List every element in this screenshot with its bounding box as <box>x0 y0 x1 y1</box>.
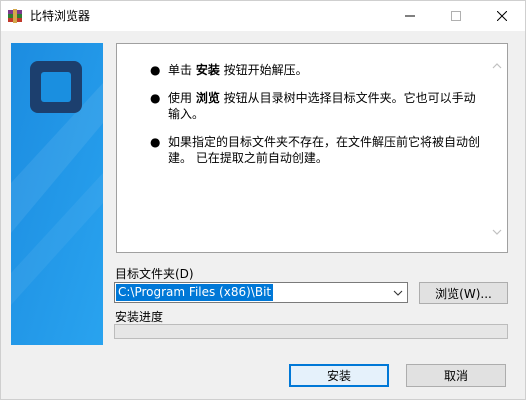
instruction-text-pre: 使用 <box>168 91 196 105</box>
progress-label: 安装进度 <box>115 310 164 324</box>
maximize-button[interactable] <box>433 1 479 31</box>
instruction-text-bold: 安装 <box>195 63 220 77</box>
browse-button[interactable]: 浏览(W)... <box>419 282 508 304</box>
instruction-item: ● 单击 安装 按钮开始解压。 <box>150 62 480 78</box>
instructions-list: ● 单击 安装 按钮开始解压。 ● 使用 浏览 按钮从目录树中选择目标文件夹。它… <box>150 62 480 178</box>
window-title: 比特浏览器 <box>30 9 91 23</box>
bullet-icon: ● <box>150 63 161 77</box>
install-progress-bar <box>114 324 508 339</box>
bullet-icon: ● <box>150 135 161 149</box>
chevron-down-icon[interactable] <box>393 287 403 297</box>
title-bar[interactable]: 比特浏览器 <box>1 1 525 31</box>
instruction-text-post: 按钮开始解压。 <box>219 63 308 77</box>
install-button[interactable]: 安装 <box>289 364 389 387</box>
destination-label: 目标文件夹(D) <box>115 267 194 281</box>
destination-combobox[interactable]: C:\Program Files (x86)\Bit <box>114 282 408 303</box>
instruction-text-pre: 单击 <box>168 63 196 77</box>
winrar-books-icon <box>7 8 23 24</box>
scroll-down-icon[interactable] <box>491 226 503 238</box>
instruction-item: ● 如果指定的目标文件夹不存在，在文件解压前它将被自动创建。 已在提取之前自动创… <box>150 134 480 166</box>
instructions-box: ● 单击 安装 按钮开始解压。 ● 使用 浏览 按钮从目录树中选择目标文件夹。它… <box>116 43 508 253</box>
minimize-button[interactable] <box>387 1 433 31</box>
close-icon <box>497 11 507 21</box>
instruction-text-post: 如果指定的目标文件夹不存在，在文件解压前它将被自动创建。 已在提取之前自动创建。 <box>168 135 481 165</box>
app-logo-icon <box>30 61 82 113</box>
instruction-text-bold: 浏览 <box>195 91 220 105</box>
destination-value[interactable]: C:\Program Files (x86)\Bit <box>116 284 274 301</box>
close-button[interactable] <box>479 1 525 31</box>
minimize-icon <box>405 11 415 21</box>
installer-window: 比特浏览器 ● 单击 安装 按钮开始解压。 ● 使用 浏览 按钮从目录树中选择目… <box>0 0 526 400</box>
instruction-item: ● 使用 浏览 按钮从目录树中选择目标文件夹。它也可以手动输入。 <box>150 90 480 122</box>
scroll-up-icon[interactable] <box>491 60 503 72</box>
maximize-icon <box>451 11 461 21</box>
side-banner <box>11 43 103 345</box>
cancel-button[interactable]: 取消 <box>406 364 506 387</box>
bullet-icon: ● <box>150 91 161 105</box>
